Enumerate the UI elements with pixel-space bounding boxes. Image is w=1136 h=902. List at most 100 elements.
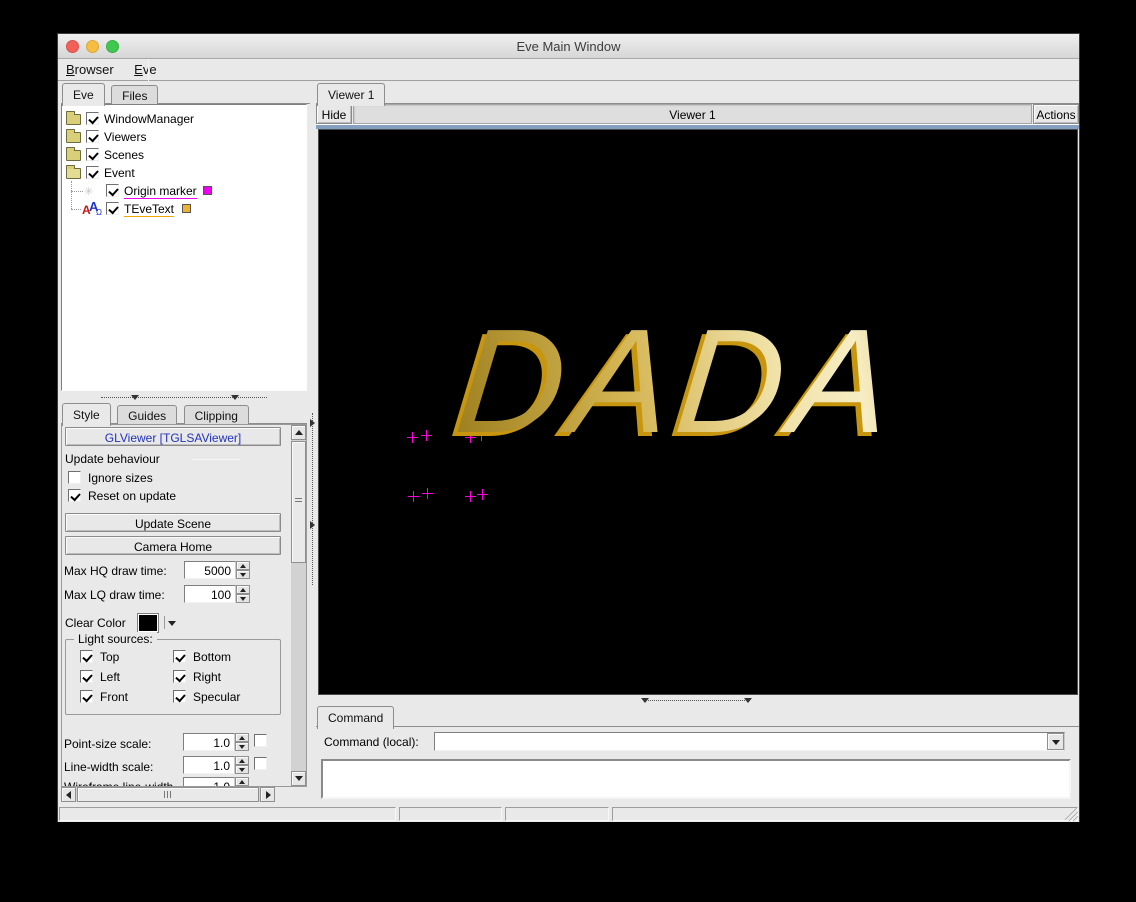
tree-item-label[interactable]: Event (104, 166, 135, 180)
spin-up-icon[interactable] (236, 585, 250, 594)
splitter-dots (648, 700, 747, 701)
tree-item-label[interactable]: Scenes (104, 148, 144, 162)
folder-icon (66, 114, 81, 125)
folder-icon (66, 150, 81, 161)
checkbox[interactable] (68, 471, 81, 484)
point-size-label: Point-size scale: (64, 737, 151, 751)
origin-marker-cross (407, 432, 418, 443)
spin-up-icon[interactable] (236, 561, 250, 570)
resize-grip[interactable] (1065, 808, 1078, 821)
checkbox[interactable] (106, 184, 119, 197)
checkbox[interactable] (86, 148, 99, 161)
clear-color-swatch[interactable] (137, 613, 159, 633)
tree-item-viewers[interactable]: Viewers (62, 128, 306, 146)
update-scene-button[interactable]: Update Scene (65, 513, 281, 532)
camera-home-button[interactable]: Camera Home (65, 536, 281, 555)
origin-marker-icon: ✳ (84, 185, 93, 198)
tree-item-origin-marker[interactable]: ✳ Origin marker (62, 182, 306, 200)
color-chip[interactable] (203, 186, 212, 195)
point-size-checkbox[interactable] (254, 734, 267, 747)
style-horizontal-scrollbar[interactable] (61, 787, 275, 802)
tab-eve[interactable]: Eve (62, 83, 105, 106)
splitter-arrow-icon[interactable] (310, 419, 315, 427)
spin-down-icon[interactable] (236, 594, 250, 603)
splitter-dots (312, 413, 313, 585)
window-title: Eve Main Window (58, 39, 1079, 54)
menubar-separator (148, 59, 149, 81)
status-segment (505, 807, 609, 821)
glviewer-button[interactable]: GLViewer [TGLSAViewer] (65, 427, 281, 446)
clear-color-label: Clear Color (65, 616, 126, 630)
color-chip[interactable] (182, 204, 191, 213)
left-tabrow: Eve Files (61, 82, 310, 104)
line-width-label: Line-width scale: (64, 760, 153, 774)
status-segment (59, 807, 396, 821)
menu-browser[interactable]: Browser (58, 59, 122, 77)
scroll-down-icon[interactable] (291, 771, 306, 786)
menu-eve[interactable]: Eve (126, 59, 164, 77)
origin-marker-cross (422, 488, 433, 499)
splitter-dots (101, 397, 267, 398)
wireframe-spinner[interactable]: 1.0 (183, 777, 249, 787)
tab-files[interactable]: Files (111, 85, 158, 106)
tab-clipping[interactable]: Clipping (184, 405, 249, 426)
checkbox[interactable] (86, 130, 99, 143)
scroll-up-icon[interactable] (291, 425, 306, 440)
wireframe-label: Wireframe line-width (64, 780, 173, 787)
menubar: Browser Eve (58, 59, 1079, 81)
splitter-arrow-icon[interactable] (744, 698, 752, 703)
actions-button[interactable]: Actions (1033, 104, 1079, 124)
splitter-arrow-icon[interactable] (131, 395, 139, 400)
line-width-checkbox[interactable] (254, 757, 267, 770)
checkbox[interactable] (86, 112, 99, 125)
command-output-area[interactable] (321, 759, 1071, 799)
tree-item-tevetext[interactable]: A A Ω TEveText (62, 200, 306, 218)
command-local-label: Command (local): (324, 735, 419, 749)
statusbar (58, 806, 1079, 822)
tree-guide-line (71, 191, 83, 192)
combo-dropdown-icon[interactable] (1047, 733, 1064, 750)
tab-command[interactable]: Command (317, 706, 394, 729)
checkbox[interactable] (68, 489, 81, 502)
tab-guides[interactable]: Guides (117, 405, 177, 426)
origin-marker-cross (477, 489, 488, 500)
status-segment (399, 807, 502, 821)
main-area: Eve Files WindowManager Viewers (58, 82, 1079, 806)
tree-item-event[interactable]: Event (62, 164, 306, 182)
checkbox[interactable] (106, 202, 119, 215)
line-width-spinner[interactable]: 1.0 (183, 756, 249, 774)
tab-viewer-1[interactable]: Viewer 1 (317, 83, 385, 106)
clear-color-dropdown[interactable] (164, 615, 179, 630)
splitter-arrow-icon[interactable] (231, 395, 239, 400)
eve-main-window: Eve Main Window Browser Eve Eve Files Wi… (57, 33, 1080, 822)
hide-button[interactable]: Hide (316, 104, 352, 124)
splitter-arrow-icon[interactable] (310, 521, 315, 529)
scrollbar-thumb[interactable] (291, 441, 306, 563)
spin-down-icon[interactable] (236, 570, 250, 579)
tree-item-windowmanager[interactable]: WindowManager (62, 110, 306, 128)
viewer-command-splitter[interactable] (316, 695, 1079, 705)
tree-item-label[interactable]: TEveText (124, 202, 174, 217)
scroll-right-icon[interactable] (260, 787, 275, 802)
scroll-left-icon[interactable] (61, 787, 76, 802)
tree-style-splitter[interactable] (61, 392, 307, 402)
style-vertical-scrollbar[interactable] (291, 425, 306, 786)
gl-text-face: DADA (450, 308, 905, 456)
command-input[interactable] (434, 732, 1065, 751)
checkbox[interactable] (86, 166, 99, 179)
tree-item-scenes[interactable]: Scenes (62, 146, 306, 164)
tree-item-label[interactable]: WindowManager (104, 112, 194, 126)
tree-item-label[interactable]: Viewers (104, 130, 146, 144)
tab-style[interactable]: Style (62, 403, 111, 426)
splitter-arrow-icon[interactable] (641, 698, 649, 703)
origin-marker-cross (465, 491, 476, 502)
gl-viewport[interactable]: DADA DADA (318, 129, 1078, 695)
max-lq-spinner[interactable]: 100 (184, 585, 250, 603)
scrollbar-thumb[interactable] (77, 787, 259, 802)
tevetext-icon: A A Ω (82, 201, 102, 217)
tree-item-label[interactable]: Origin marker (124, 184, 197, 199)
origin-marker-cross (408, 491, 419, 502)
titlebar[interactable]: Eve Main Window (58, 34, 1079, 59)
point-size-spinner[interactable]: 1.0 (183, 733, 249, 751)
max-hq-spinner[interactable]: 5000 (184, 561, 250, 579)
